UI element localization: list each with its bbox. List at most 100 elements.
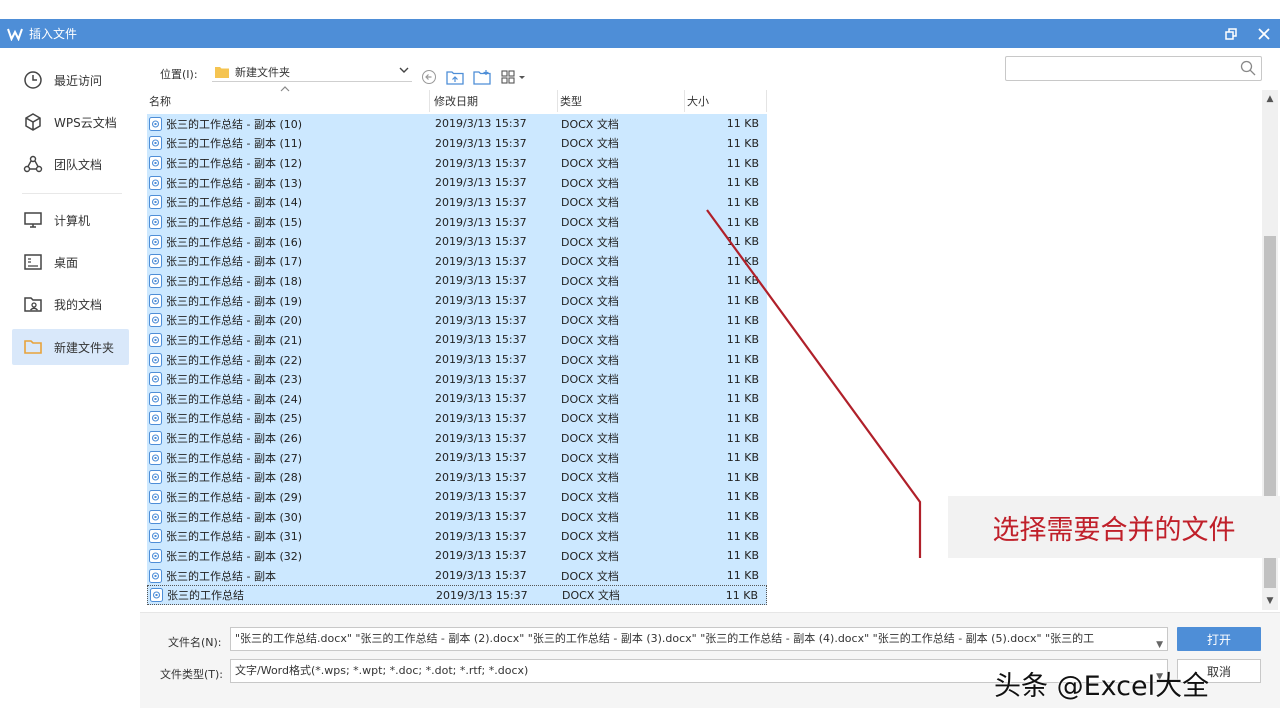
- scroll-up-icon[interactable]: ▲: [1265, 94, 1275, 104]
- table-row[interactable]: 张三的工作总结 - 副本 (13) 2019/3/13 15:37 DOCX 文档 1…: [147, 172, 767, 193]
- file-name: 张三的工作总结 - 副本 (29): [166, 490, 303, 504]
- cube-icon: [22, 111, 44, 133]
- sidebar-item-wps-cloud[interactable]: WPS云文档: [12, 104, 129, 140]
- table-row[interactable]: 张三的工作总结 2019/3/13 15:37 DOCX 文档 11 KB: [147, 585, 767, 606]
- file-name: 张三的工作总结 - 副本 (20): [166, 314, 303, 328]
- file-size: 11 KB: [726, 549, 759, 563]
- file-type: DOCX 文档: [561, 569, 619, 583]
- docx-file-icon: [149, 568, 162, 583]
- sidebar-item-my-docs[interactable]: 我的文档: [12, 286, 129, 322]
- back-button[interactable]: [420, 68, 438, 86]
- table-row[interactable]: 张三的工作总结 - 副本 2019/3/13 15:37 DOCX 文档 11 KB: [147, 565, 767, 586]
- sidebar-item-team-docs[interactable]: 团队文档: [12, 146, 129, 182]
- file-date: 2019/3/13 15:37: [435, 117, 527, 131]
- column-header-size[interactable]: 大小: [685, 90, 767, 112]
- file-size: 11 KB: [726, 313, 759, 327]
- chevron-down-icon[interactable]: ▼: [1156, 634, 1163, 650]
- filetype-label: 文件类型(T):: [160, 668, 224, 681]
- monitor-icon: [22, 209, 44, 231]
- table-row[interactable]: 张三的工作总结 - 副本 (32) 2019/3/13 15:37 DOCX 文档 1…: [147, 546, 767, 566]
- table-row[interactable]: 张三的工作总结 - 副本 (24) 2019/3/13 15:37 DOCX 文档 1…: [147, 388, 767, 409]
- file-name-cell: 张三的工作总结 - 副本 (17): [149, 253, 429, 269]
- open-button[interactable]: 打开: [1177, 627, 1261, 651]
- file-name-cell: 张三的工作总结 - 副本 (11): [149, 135, 429, 151]
- file-size: 11 KB: [726, 156, 759, 170]
- view-mode-button[interactable]: [500, 68, 528, 86]
- table-row[interactable]: 张三的工作总结 - 副本 (18) 2019/3/13 15:37 DOCX 文档 1…: [147, 271, 767, 291]
- table-row[interactable]: 张三的工作总结 - 副本 (15) 2019/3/13 15:37 DOCX 文档 1…: [147, 212, 767, 232]
- table-row[interactable]: 张三的工作总结 - 副本 (28) 2019/3/13 15:37 DOCX 文档 1…: [147, 467, 767, 488]
- sidebar-item-desktop[interactable]: 桌面: [12, 244, 129, 280]
- table-row[interactable]: 张三的工作总结 - 副本 (31) 2019/3/13 15:37 DOCX 文档 1…: [147, 526, 767, 547]
- location-dropdown[interactable]: 新建文件夹: [212, 62, 412, 82]
- file-type: DOCX 文档: [561, 373, 619, 387]
- sidebar-item-new-folder[interactable]: 新建文件夹: [12, 329, 129, 365]
- file-name: 张三的工作总结 - 副本 (25): [166, 412, 303, 426]
- file-type: DOCX 文档: [561, 451, 619, 465]
- folder-icon: [215, 66, 229, 78]
- file-name-cell: 张三的工作总结 - 副本 (20): [149, 312, 429, 328]
- filename-input[interactable]: "张三的工作总结.docx" "张三的工作总结 - 副本 (2).docx" "…: [230, 627, 1168, 651]
- table-row[interactable]: 张三的工作总结 - 副本 (22) 2019/3/13 15:37 DOCX 文档 1…: [147, 349, 767, 370]
- file-name: 张三的工作总结 - 副本 (23): [166, 373, 303, 387]
- file-name-cell: 张三的工作总结 - 副本 (22): [149, 352, 429, 368]
- sidebar-item-label: 计算机: [54, 213, 91, 228]
- table-row[interactable]: 张三的工作总结 - 副本 (20) 2019/3/13 15:37 DOCX 文档 1…: [147, 310, 767, 331]
- new-folder-icon: [473, 70, 491, 85]
- table-row[interactable]: 张三的工作总结 - 副本 (25) 2019/3/13 15:37 DOCX 文档 1…: [147, 408, 767, 429]
- sidebar-item-label: 桌面: [54, 255, 79, 270]
- docx-file-icon: [149, 489, 162, 504]
- table-row[interactable]: 张三的工作总结 - 副本 (30) 2019/3/13 15:37 DOCX 文档 1…: [147, 506, 767, 527]
- file-name: 张三的工作总结 - 副本 (19): [166, 294, 303, 308]
- table-row[interactable]: 张三的工作总结 - 副本 (29) 2019/3/13 15:37 DOCX 文档 1…: [147, 487, 767, 507]
- filetype-value: 文字/Word格式(*.wps; *.wpt; *.doc; *.dot; *.…: [235, 664, 529, 677]
- docx-file-icon: [149, 195, 162, 210]
- file-date: 2019/3/13 15:37: [435, 294, 527, 308]
- table-row[interactable]: 张三的工作总结 - 副本 (21) 2019/3/13 15:37 DOCX 文档 1…: [147, 330, 767, 350]
- filename-label: 文件名(N):: [168, 636, 222, 649]
- location-label: 位置(I):: [160, 68, 198, 81]
- file-name: 张三的工作总结 - 副本 (26): [166, 432, 303, 446]
- scroll-down-icon[interactable]: ▼: [1265, 596, 1275, 606]
- file-type: DOCX 文档: [562, 589, 620, 603]
- docx-file-icon: [149, 470, 162, 485]
- table-row[interactable]: 张三的工作总结 - 副本 (23) 2019/3/13 15:37 DOCX 文档 1…: [147, 369, 767, 389]
- column-header-type[interactable]: 类型: [558, 90, 685, 112]
- file-name: 张三的工作总结 - 副本 (32): [166, 549, 303, 563]
- restore-button[interactable]: [1217, 19, 1245, 48]
- table-row[interactable]: 张三的工作总结 - 副本 (11) 2019/3/13 15:37 DOCX 文档 1…: [147, 133, 767, 154]
- docx-file-icon: [149, 411, 162, 426]
- table-row[interactable]: 张三的工作总结 - 副本 (16) 2019/3/13 15:37 DOCX 文档 1…: [147, 231, 767, 252]
- file-name-cell: 张三的工作总结 - 副本 (15): [149, 214, 429, 230]
- column-header-name[interactable]: 名称: [147, 86, 430, 112]
- search-input[interactable]: [1005, 56, 1262, 81]
- file-name: 张三的工作总结 - 副本 (30): [166, 510, 303, 524]
- file-name-cell: 张三的工作总结 - 副本 (21): [149, 332, 429, 348]
- sidebar-item-recent[interactable]: 最近访问: [12, 62, 129, 98]
- create-folder-button[interactable]: [472, 68, 492, 86]
- table-row[interactable]: 张三的工作总结 - 副本 (14) 2019/3/13 15:37 DOCX 文档 1…: [147, 192, 767, 213]
- up-folder-button[interactable]: [445, 68, 465, 86]
- table-row[interactable]: 张三的工作总结 - 副本 (26) 2019/3/13 15:37 DOCX 文档 1…: [147, 428, 767, 448]
- file-size: 11 KB: [726, 136, 759, 150]
- docx-file-icon: [149, 273, 162, 288]
- sidebar-item-computer[interactable]: 计算机: [12, 202, 129, 238]
- file-date: 2019/3/13 15:37: [435, 569, 527, 583]
- file-size: 11 KB: [726, 372, 759, 386]
- close-button[interactable]: [1250, 19, 1278, 48]
- file-date: 2019/3/13 15:37: [435, 235, 527, 249]
- top-band: [0, 0, 1280, 19]
- table-row[interactable]: 张三的工作总结 - 副本 (10) 2019/3/13 15:37 DOCX 文档 1…: [147, 114, 767, 134]
- file-type: DOCX 文档: [561, 176, 619, 190]
- file-date: 2019/3/13 15:37: [435, 136, 527, 150]
- file-size: 11 KB: [726, 195, 759, 209]
- table-row[interactable]: 张三的工作总结 - 副本 (12) 2019/3/13 15:37 DOCX 文档 1…: [147, 153, 767, 173]
- table-row[interactable]: 张三的工作总结 - 副本 (27) 2019/3/13 15:37 DOCX 文档 1…: [147, 447, 767, 468]
- file-type: DOCX 文档: [561, 549, 619, 563]
- column-header-date[interactable]: 修改日期: [432, 90, 558, 112]
- file-type: DOCX 文档: [561, 117, 619, 131]
- file-size: 11 KB: [726, 176, 759, 190]
- table-row[interactable]: 张三的工作总结 - 副本 (19) 2019/3/13 15:37 DOCX 文档 1…: [147, 290, 767, 311]
- file-date: 2019/3/13 15:37: [435, 254, 527, 268]
- table-row[interactable]: 张三的工作总结 - 副本 (17) 2019/3/13 15:37 DOCX 文档 1…: [147, 251, 767, 272]
